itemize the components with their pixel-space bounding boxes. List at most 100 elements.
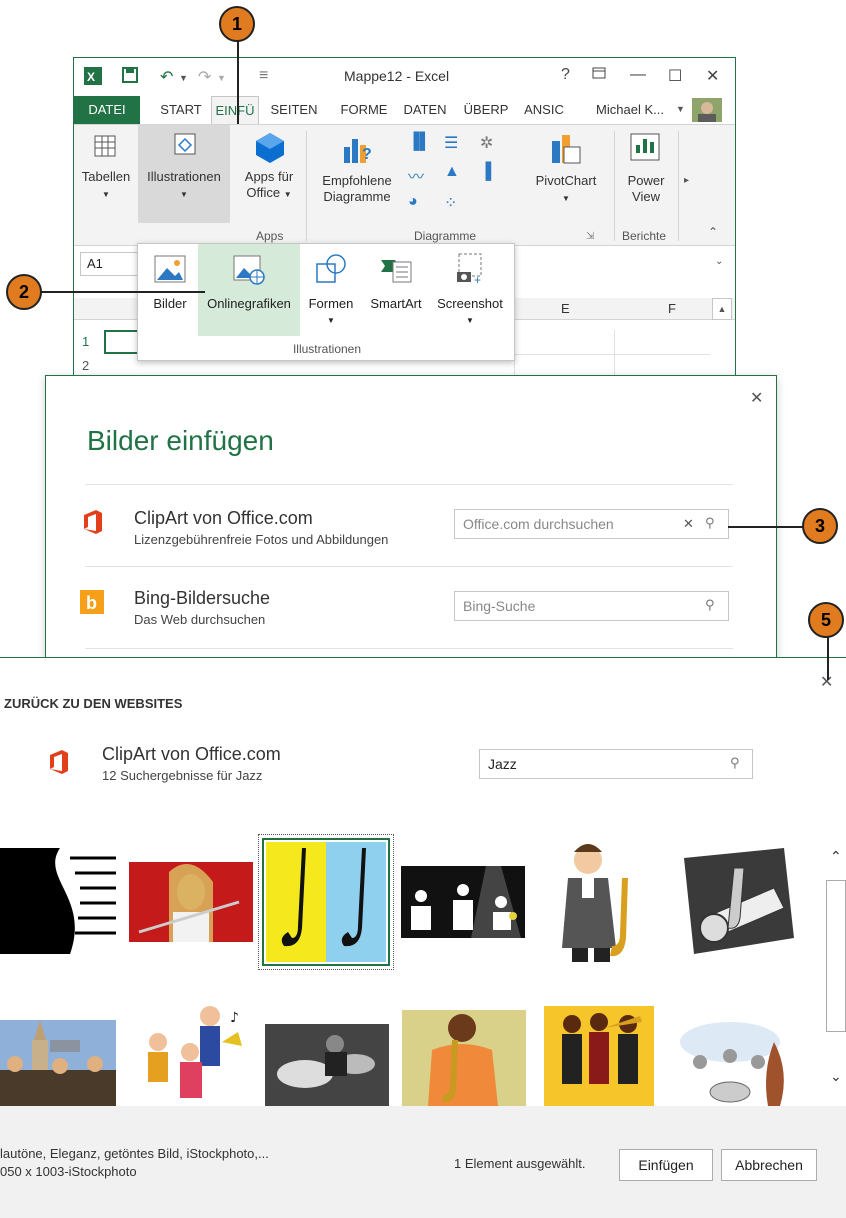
callout-3: 3 — [802, 508, 838, 544]
result-image-flutist[interactable] — [129, 862, 253, 942]
tab-formeln[interactable]: FORME — [334, 96, 394, 124]
user-name[interactable]: Michael K... — [584, 96, 676, 124]
svg-text:+: + — [474, 273, 481, 286]
result-image-piano[interactable] — [0, 848, 116, 954]
help-button[interactable]: ? — [561, 66, 570, 84]
pie-chart-icon[interactable]: ◕ — [408, 193, 418, 211]
formen-button[interactable]: Formen ▼ — [302, 244, 360, 336]
user-dropdown-icon[interactable]: ▼ — [676, 104, 685, 114]
radar-chart-icon[interactable]: ✲ — [480, 133, 493, 153]
customize-qat-icon[interactable]: ≡ — [259, 67, 268, 85]
results-search-input[interactable]: Jazz ⚲ — [479, 749, 753, 779]
pivotchart-button[interactable]: PivotChart ▼ — [526, 131, 606, 207]
bing-search-input[interactable]: Bing-Suche ⚲ — [454, 591, 729, 621]
power-view-button[interactable]: Power View — [622, 131, 670, 205]
result-image-saxophonist-cartoon[interactable] — [548, 838, 652, 964]
tab-datei[interactable]: DATEI — [74, 96, 140, 124]
abbrechen-button[interactable]: Abbrechen — [721, 1149, 817, 1181]
callout-line — [237, 38, 239, 124]
area-chart-icon[interactable]: ▲ — [444, 163, 460, 181]
bilder-button[interactable]: Bilder — [144, 244, 196, 336]
user-avatar[interactable] — [692, 98, 722, 127]
minimize-button[interactable]: — — [630, 66, 646, 84]
clear-icon[interactable]: ✕ — [683, 516, 694, 532]
name-box[interactable]: A1 — [80, 252, 140, 276]
diagramme-dialog-launcher-icon[interactable]: ⇲ — [586, 231, 594, 242]
result-image-instruments[interactable] — [674, 848, 798, 954]
result-image-street-band[interactable] — [0, 1020, 116, 1106]
result-image-jazz-band-silhouette[interactable] — [401, 866, 525, 938]
scroll-up-icon[interactable]: ▲ — [712, 298, 732, 320]
einfuegen-button[interactable]: Einfügen — [619, 1149, 713, 1181]
row-header-1[interactable]: 1 — [74, 334, 104, 349]
power-view-label-line1: Power — [627, 173, 665, 188]
separator — [85, 484, 733, 485]
column-header-f[interactable]: F — [668, 301, 676, 316]
clipart-search-input[interactable]: Office.com durchsuchen ✕ ⚲ — [454, 509, 729, 539]
pivotchart-dropdown-icon: ▼ — [562, 194, 570, 203]
power-view-icon — [630, 133, 660, 165]
tab-start[interactable]: START — [152, 96, 210, 124]
scroll-down-icon[interactable]: ⌄ — [830, 1068, 842, 1085]
redo-icon[interactable]: ↷ — [198, 67, 211, 87]
row-header-2[interactable]: 2 — [74, 358, 104, 373]
smartart-button[interactable]: SmartArt — [362, 244, 430, 336]
close-button[interactable]: ✕ — [706, 66, 719, 86]
tab-einfuegen[interactable]: EINFÜ — [211, 96, 259, 124]
tab-daten[interactable]: DATEN — [396, 96, 454, 124]
search-icon[interactable]: ⚲ — [705, 515, 715, 531]
collapse-ribbon-icon[interactable]: ⌃ — [708, 225, 718, 239]
illustrationen-dropdown: Bilder Onlinegrafiken Formen ▼ SmartArt +… — [137, 243, 515, 361]
callout-2: 2 — [6, 274, 42, 310]
line-chart-icon[interactable]: 〰 — [408, 163, 424, 187]
result-image-jazz-trio[interactable] — [544, 1006, 654, 1106]
dialog-close-button[interactable]: ✕ — [750, 388, 763, 408]
bar-chart-icon[interactable]: ☰ — [444, 133, 458, 153]
tab-ueberpruefen[interactable]: ÜBERP — [457, 96, 515, 124]
clipart-source-title[interactable]: ClipArt von Office.com — [134, 508, 313, 529]
back-to-websites-link[interactable]: ZURÜCK ZU DEN WEBSITES — [4, 696, 182, 711]
result-image-cartoon-musicians[interactable]: ♪ — [130, 1002, 252, 1106]
search-icon[interactable]: ⚲ — [730, 755, 740, 771]
redo-dropdown-icon[interactable]: ▼ — [217, 73, 226, 83]
screenshot-button[interactable]: + Screenshot ▼ — [432, 244, 508, 336]
column-chart-icon[interactable]: ▐▌ — [408, 133, 431, 151]
result-image-saxophonist-photo[interactable] — [402, 1010, 526, 1106]
clipart-results-panel: ✕ ZURÜCK ZU DEN WEBSITES ClipArt von Off… — [0, 657, 846, 1218]
group-label-berichte: Berichte — [622, 229, 667, 243]
ribbon-scroll-right-icon[interactable]: ▸ — [684, 175, 689, 186]
illustrationen-group-label: Illustrationen — [292, 342, 362, 356]
clipart-source-subtitle: Lizenzgebührenfreie Fotos und Abbildunge… — [134, 532, 389, 547]
search-icon[interactable]: ⚲ — [705, 597, 715, 613]
tabellen-button[interactable]: Tabellen ▼ — [76, 131, 136, 203]
tab-ansicht[interactable]: ANSIC — [518, 96, 570, 124]
result-image-orchestra-sketch[interactable] — [670, 1012, 800, 1106]
tab-seitenlayout[interactable]: SEITEN — [262, 96, 326, 124]
result-image-drummer[interactable] — [265, 1024, 389, 1106]
illustrationen-button[interactable]: Illustrationen ▼ — [138, 125, 230, 223]
save-icon[interactable] — [122, 67, 138, 88]
onlinegrafiken-button[interactable]: Onlinegrafiken — [198, 244, 300, 336]
apps-label-line2: Office — [246, 185, 281, 200]
formula-expand-icon[interactable]: ⌄ — [715, 256, 723, 267]
maximize-button[interactable]: ☐ — [668, 66, 682, 86]
scatter-chart-icon[interactable]: ⁘ — [444, 193, 457, 213]
results-source-title: ClipArt von Office.com — [102, 744, 281, 764]
undo-icon[interactable]: ↶ — [160, 67, 173, 87]
smartart-icon — [379, 252, 413, 286]
shapes-icon — [314, 252, 348, 286]
office-logo-icon — [48, 750, 70, 779]
scroll-up-icon[interactable]: ⌃ — [830, 848, 842, 865]
table-icon — [94, 135, 116, 161]
result-image-saxophones-selected[interactable] — [258, 834, 394, 970]
empfohlene-label-line2: Diagramme — [323, 189, 391, 204]
column-header-e[interactable]: E — [561, 301, 570, 316]
apps-fuer-office-button[interactable]: Apps für Office ▼ — [236, 131, 302, 203]
empfohlene-diagramme-button[interactable]: ? Empfohlene Diagramme — [314, 131, 400, 205]
screenshot-label: Screenshot — [437, 296, 503, 311]
undo-dropdown-icon[interactable]: ▼ — [179, 73, 188, 83]
results-scrollbar-thumb[interactable] — [826, 880, 846, 1032]
bing-source-title[interactable]: Bing-Bildersuche — [134, 588, 270, 609]
combo-chart-icon[interactable]: ▐ — [480, 163, 491, 181]
ribbon-display-icon[interactable] — [592, 66, 606, 85]
